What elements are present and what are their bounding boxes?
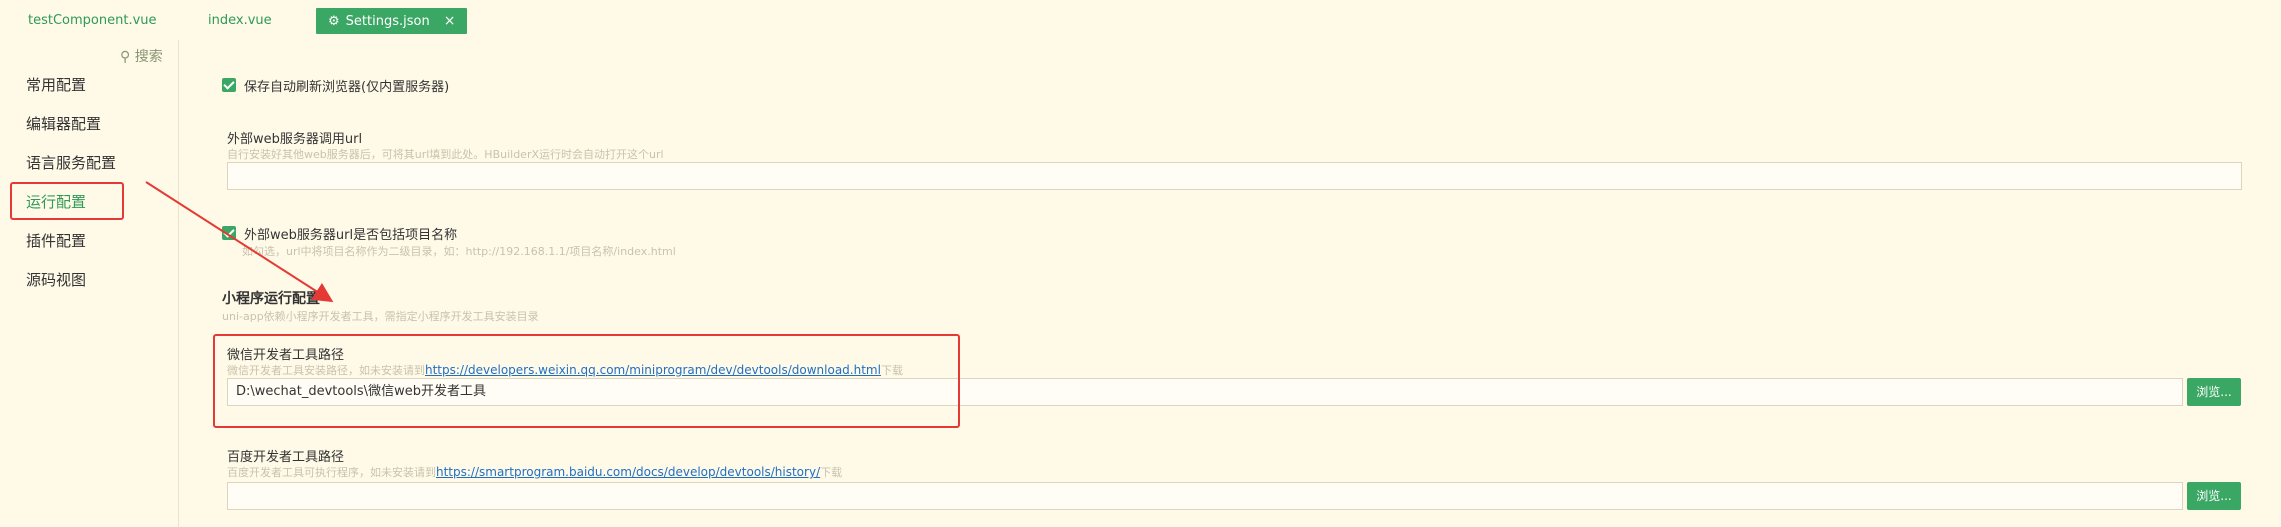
baidu-browse-button[interactable]: 浏览... [2187, 482, 2241, 510]
highlight-box-wechat [213, 334, 960, 428]
mini-program-section-hint: uni-app依赖小程序开发者工具，需指定小程序开发工具安装目录 [222, 310, 539, 323]
auto-refresh-label: 保存自动刷新浏览器(仅内置服务器) [244, 80, 450, 95]
mini-program-section-title: 小程序运行配置 [222, 291, 320, 307]
baidu-path-input[interactable] [227, 482, 2183, 510]
search-button[interactable]: ⚲ 搜索 [120, 46, 163, 66]
tab-index[interactable]: index.vue [208, 8, 272, 34]
web-server-url-hint: 自行安装好其他web服务器后，可将其url填到此处。HBuilderX运行时会自… [227, 148, 664, 161]
wechat-browse-button[interactable]: 浏览... [2187, 378, 2241, 406]
settings-sidebar: ⚲ 搜索 常用配置 编辑器配置 语言服务配置 运行配置 插件配置 源码视图 [0, 40, 179, 527]
close-icon[interactable]: × [444, 13, 456, 29]
baidu-download-link[interactable]: https://smartprogram.baidu.com/docs/deve… [436, 465, 820, 479]
web-server-url-label: 外部web服务器调用url [227, 132, 363, 147]
highlight-box-run [10, 182, 124, 220]
baidu-path-hint: 百度开发者工具可执行程序，如未安装请到https://smartprogram.… [227, 464, 842, 480]
tab-label: Settings.json [345, 14, 430, 29]
sidebar-item-common[interactable]: 常用配置 [26, 74, 86, 95]
sidebar-item-editor[interactable]: 编辑器配置 [26, 113, 101, 134]
search-icon: ⚲ [120, 49, 131, 65]
tab-label: testComponent.vue [28, 13, 157, 28]
hint-text: 下载 [820, 466, 843, 479]
search-label: 搜索 [134, 49, 163, 65]
tab-label: index.vue [208, 13, 272, 28]
auto-refresh-checkbox[interactable] [222, 78, 236, 92]
tab-testcomponent[interactable]: testComponent.vue [28, 8, 157, 34]
tab-settings[interactable]: ⚙ Settings.json × [316, 8, 468, 34]
editor-tab-bar: testComponent.vue index.vue ⚙ Settings.js… [0, 0, 2281, 40]
include-project-label: 外部web服务器url是否包括项目名称 [244, 228, 458, 243]
sidebar-item-plugin[interactable]: 插件配置 [26, 230, 86, 251]
sidebar-item-source-view[interactable]: 源码视图 [26, 269, 86, 290]
gear-icon: ⚙ [328, 14, 340, 29]
include-project-checkbox[interactable] [222, 226, 236, 240]
hint-text: 百度开发者工具可执行程序，如未安装请到 [227, 466, 436, 479]
include-project-hint: 如勾选，url中将项目名称作为二级目录，如：http://192.168.1.1… [242, 245, 676, 258]
baidu-path-label: 百度开发者工具路径 [227, 450, 345, 465]
web-server-url-input[interactable] [227, 162, 2242, 190]
sidebar-item-language-service[interactable]: 语言服务配置 [26, 152, 116, 173]
settings-panel: 保存自动刷新浏览器(仅内置服务器) 外部web服务器调用url 自行安装好其他w… [178, 40, 2281, 527]
